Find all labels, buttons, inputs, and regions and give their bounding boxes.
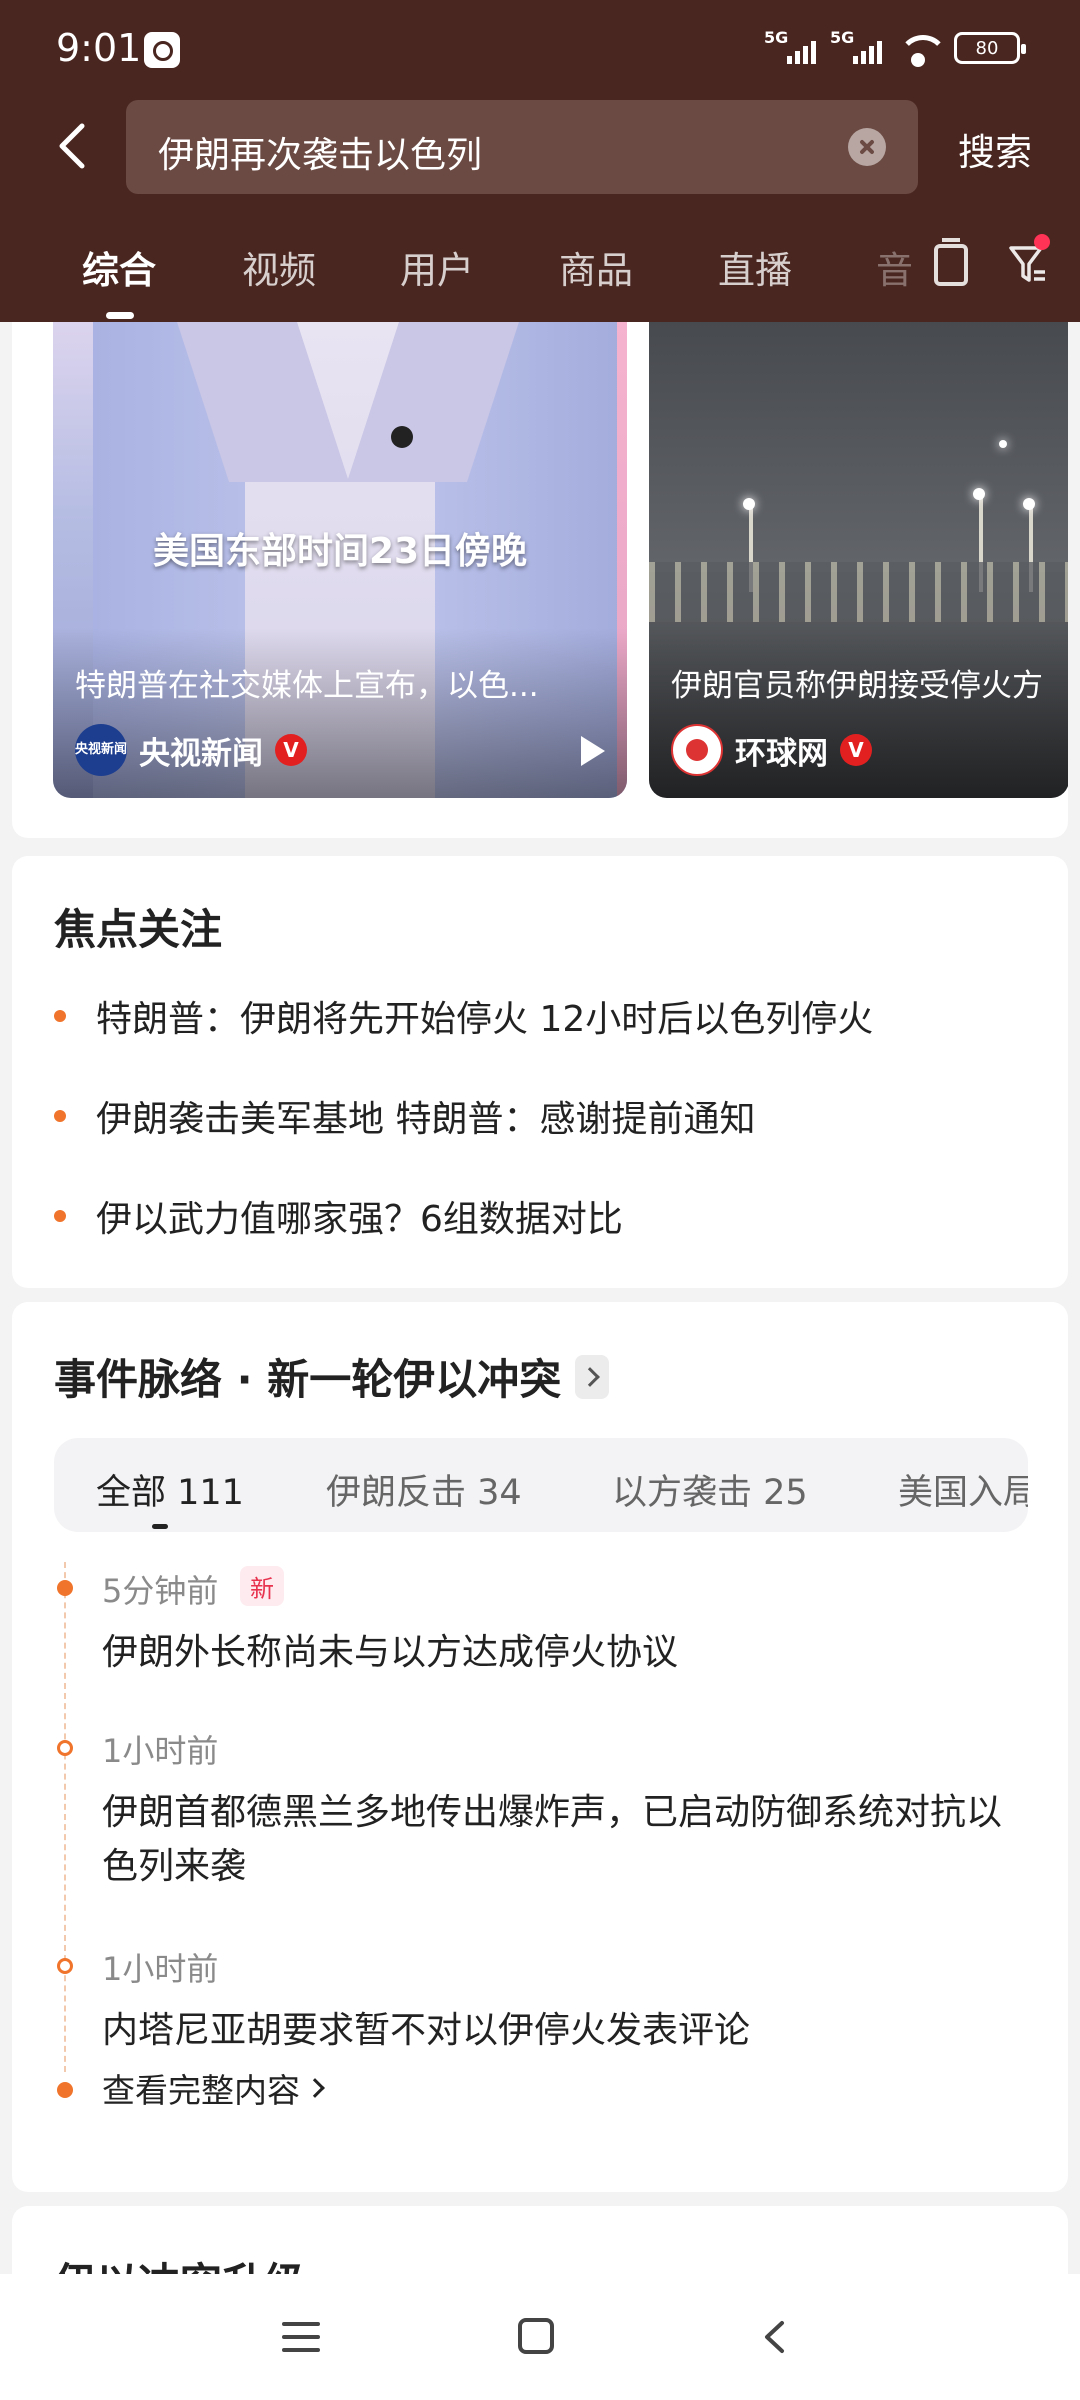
active-filter-indicator [152,1524,168,1529]
verified-badge: V [275,734,307,766]
battery-level: 80 [975,37,999,59]
timeline-time: 5分钟前 [102,1572,219,1610]
bullet-icon [54,1010,66,1022]
search-button[interactable]: 搜索 [958,122,1032,176]
focus-card: 焦点关注 特朗普：伊朗将先开始停火 12小时后以色列停火 伊朗袭击美军基地 特朗… [12,856,1068,1288]
view-all-link[interactable]: 查看完整内容 [102,2064,325,2112]
timeline-connector [64,1562,66,2072]
status-time: 9:01 [56,26,142,70]
result-tabs: 综合 视频 用户 商品 直播 音 [0,220,1080,322]
system-nav-bar [0,2274,1080,2400]
timeline-dot [57,1958,73,1974]
video-overlay-text: 美国东部时间23日傍晚 [152,531,528,572]
timeline-filter-bar: 全部 111 伊朗反击 34 以方袭击 25 美国入局 [54,1438,1028,1532]
timeline-dot [57,2082,73,2098]
clear-search-icon[interactable] [848,128,886,166]
active-tab-indicator [106,312,134,319]
clock-app-icon [144,32,180,68]
back-arrow-icon [59,123,85,169]
video-card[interactable]: 美国东部时间23日傍晚 特朗普在社交媒体上宣布，以色... 央视新闻 央视新闻 … [53,322,627,798]
filter-tab-us[interactable]: 美国入局 [898,1464,1028,1515]
search-row: 伊朗再次袭击以色列 搜索 [0,98,1080,194]
home-icon[interactable] [518,2318,554,2354]
tab-all[interactable]: 综合 [82,240,156,294]
bullet-icon [54,1210,66,1222]
source-name: 央视新闻 [139,735,263,772]
focus-item[interactable]: 伊以武力值哪家强？6组数据对比 [54,1186,623,1246]
back-button[interactable] [44,118,100,174]
timeline-entry[interactable]: 内塔尼亚胡要求暂不对以伊停火发表评论 [102,2004,1022,2058]
chevron-right-icon [575,1354,610,1399]
video-caption: 伊朗官员称伊朗接受停火方 [671,668,1043,704]
avatar [671,724,723,776]
video-card[interactable]: 伊朗官员称伊朗接受停火方 环球网 V [649,322,1068,798]
timeline-dot [57,1580,73,1596]
timeline-dot [57,1740,73,1756]
battery-icon: 80 [954,32,1026,64]
filter-tab-israel[interactable]: 以方袭击 25 [612,1464,808,1515]
timeline-header[interactable]: 事件脉络 · 新一轮伊以冲突 [54,1346,610,1407]
signal-icon-2: 5G [830,28,882,66]
signal-icon: 5G [764,28,816,66]
focus-item[interactable]: 伊朗袭击美军基地 特朗普：感谢提前通知 [54,1086,755,1146]
timeline-title: 事件脉络 · 新一轮伊以冲突 [54,1355,562,1404]
bullet-icon [54,1110,66,1122]
video-source[interactable]: 环球网 V [671,724,872,776]
timeline-entry[interactable]: 伊朗首都德黑兰多地传出爆炸声，已启动防御系统对抗以色列来袭 [102,1786,1022,1894]
video-caption: 特朗普在社交媒体上宣布，以色... [75,668,539,704]
notification-dot [1034,234,1050,250]
status-icons: 5G 5G 80 [764,28,1026,68]
tab-music[interactable]: 音 [876,240,913,294]
filter-tab-all[interactable]: 全部 111 [96,1464,244,1515]
play-icon [581,736,605,766]
recent-apps-icon[interactable] [282,2322,320,2352]
focus-item[interactable]: 特朗普：伊朗将先开始停火 12小时后以色列停火 [54,986,873,1046]
header: 9:01 5G 5G 80 伊朗再次袭击以色列 搜索 综合 视频 用户 商品 直… [0,0,1080,322]
timeline-card: 事件脉络 · 新一轮伊以冲突 全部 111 伊朗反击 34 以方袭击 25 美国… [12,1302,1068,2192]
new-badge: 新 [240,1566,284,1606]
search-query: 伊朗再次袭击以色列 [158,135,483,176]
video-source[interactable]: 央视新闻 央视新闻 V [75,724,307,776]
microphone-graphic [391,426,413,448]
filter-tab-iran[interactable]: 伊朗反击 34 [326,1464,522,1515]
timeline-entry[interactable]: 伊朗外长称尚未与以方达成停火协议 [102,1626,1022,1680]
filter-icon[interactable] [1008,244,1048,286]
timeline-time: 1小时前 [102,1950,219,1988]
wifi-icon [896,31,948,67]
chevron-right-icon [305,2078,325,2098]
video-carousel: 美国东部时间23日傍晚 特朗普在社交媒体上宣布，以色... 央视新闻 央视新闻 … [12,322,1068,838]
tab-goods[interactable]: 商品 [559,240,633,294]
tab-video[interactable]: 视频 [242,240,316,294]
status-bar: 9:01 5G 5G 80 [0,0,1080,96]
tab-user[interactable]: 用户 [400,240,474,294]
source-name: 环球网 [735,735,828,772]
nav-back-icon[interactable] [760,2320,790,2354]
avatar: 央视新闻 [75,724,127,776]
tab-live[interactable]: 直播 [718,240,792,294]
timeline-time: 1小时前 [102,1732,219,1770]
pad-mode-icon[interactable] [934,238,968,286]
focus-title: 焦点关注 [54,905,223,954]
search-input[interactable]: 伊朗再次袭击以色列 [126,100,918,194]
verified-badge: V [840,734,872,766]
